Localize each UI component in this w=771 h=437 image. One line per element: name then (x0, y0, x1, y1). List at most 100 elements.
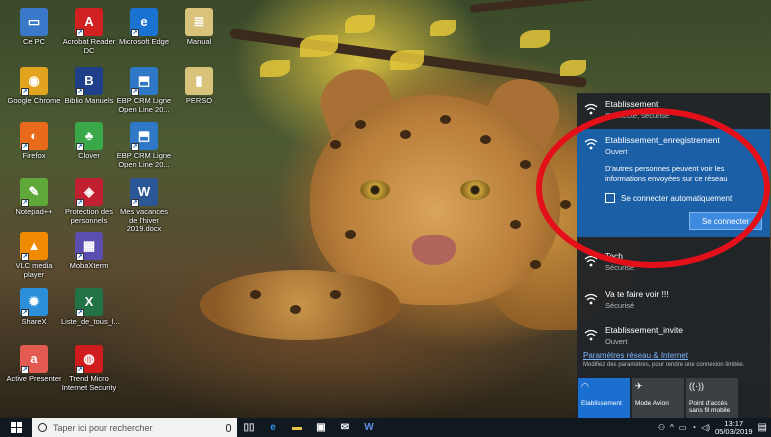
desktop-icon[interactable]: ◍ ↗ Trend Micro Internet Security (61, 345, 117, 392)
desktop-icon[interactable]: ▮ PERSO (171, 67, 227, 106)
mail-icon[interactable]: ✉ (333, 418, 357, 437)
volume-icon[interactable]: ◁) (701, 423, 710, 432)
network-settings-link[interactable]: Paramètres réseau & Internet (583, 351, 766, 360)
desktop-icon-label: Active Presenter (6, 374, 62, 383)
wifi-icon (584, 103, 598, 115)
desktop-icon[interactable]: ≣ Manual (171, 8, 227, 47)
quick-action-wifi[interactable]: ◠ Etablissement (578, 378, 630, 418)
desktop-icon[interactable]: ◐ ↗ Firefox (6, 122, 62, 161)
shortcut-arrow-icon: ↗ (131, 143, 139, 151)
desktop-icon[interactable]: A ↗ Acrobat Reader DC (61, 8, 117, 55)
terminal-icon: ▦ ↗ (75, 232, 103, 261)
desktop-icon[interactable]: e ↗ Microsoft Edge (116, 8, 172, 47)
quick-action-label: Etablissement (581, 399, 622, 407)
folder-icon: ▮ (185, 67, 213, 95)
trendmicro-icon: ◍ ↗ (75, 345, 103, 374)
shortcut-arrow-icon: ↗ (76, 29, 84, 37)
desktop-icon[interactable]: ▲ ↗ VLC media player (6, 232, 62, 279)
shortcut-arrow-icon: ↗ (21, 143, 29, 151)
quick-action-label: Point d'accès sans fil mobile (689, 399, 731, 415)
network-item[interactable]: Etablissement Connecté, sécurisé (577, 99, 770, 120)
auto-connect-label: Se connecter automatiquement (621, 193, 733, 203)
acrobat-icon: A ↗ (75, 8, 103, 37)
desktop-icon[interactable]: B ↗ Biblio Manuels (61, 67, 117, 106)
cortana-icon (38, 423, 47, 432)
network-name: Va te faire voir !!! (605, 289, 669, 299)
shortcut-arrow-icon: ↗ (21, 309, 29, 317)
desktop-icon[interactable]: ◈ ↗ Protection des personnels (61, 178, 117, 225)
battery-icon[interactable]: ▭ (679, 423, 687, 432)
notepad-icon: ✎ ↗ (20, 178, 48, 207)
connect-button[interactable]: Se connecter (689, 212, 762, 230)
desktop-icon-label: Notepad++ (15, 207, 53, 216)
computer-icon: ▭ (20, 8, 48, 36)
network-item-selected[interactable]: Etablissement_enregistrement Ouvert D'au… (577, 129, 770, 237)
wifi-icon: ◠ (581, 381, 589, 391)
start-button[interactable] (0, 418, 32, 437)
desktop-icon[interactable]: ▭ Ce PC (6, 8, 62, 47)
desktop-icon-label: MobaXterm (69, 261, 109, 270)
network-flyout: Etablissement Connecté, sécurisé Etablis… (577, 93, 770, 418)
desktop-icon[interactable]: ✹ ↗ ShareX (6, 288, 62, 327)
wifi-icon (584, 255, 598, 267)
desktop-icon[interactable]: ▦ ↗ MobaXterm (61, 232, 117, 271)
shortcut-arrow-icon: ↗ (76, 143, 84, 151)
biblio-icon: B ↗ (75, 67, 103, 96)
auto-connect-checkbox-row[interactable]: Se connecter automatiquement (605, 193, 770, 204)
store-icon[interactable]: ▣ (309, 418, 333, 437)
microphone-icon[interactable] (226, 423, 231, 432)
quick-action-airplane[interactable]: ✈ Mode Avion (632, 378, 684, 418)
clock-date: 05/03/2019 (715, 426, 753, 436)
quick-action-hotspot[interactable]: ((·)) Point d'accès sans fil mobile (686, 378, 738, 418)
word-icon: W ↗ (130, 178, 158, 207)
desktop-icon[interactable]: ♣ ↗ Clover (61, 122, 117, 161)
network-item[interactable]: Tech Sécurisé (577, 251, 770, 272)
shortcut-arrow-icon: ↗ (21, 366, 29, 374)
search-box[interactable]: Taper ici pour rechercher (32, 418, 237, 437)
windows-logo-icon (10, 422, 22, 433)
desktop-icon-label: Manual (186, 37, 212, 46)
desktop-icon-label: VLC media player (15, 261, 53, 279)
desktop-icon[interactable]: ⬒ ↗ EBP CRM Ligne Open Line 20... (116, 67, 172, 114)
desktop-icon-label: Acrobat Reader DC (62, 37, 116, 55)
network-status: Sécurisé (605, 301, 635, 310)
auto-connect-checkbox[interactable] (605, 193, 615, 204)
shortcut-arrow-icon: ↗ (76, 88, 84, 96)
shield-icon: ◈ ↗ (75, 178, 103, 207)
desktop-icon-label: Liste_de_tous_l... (61, 317, 120, 326)
wifi-icon (584, 293, 598, 305)
people-icon[interactable]: ⚇ (658, 423, 665, 432)
quick-action-label: Mode Avion (635, 399, 669, 407)
word-taskbar-icon[interactable]: W (357, 418, 381, 437)
desktop-icon[interactable]: ◉ ↗ Google Chrome (6, 67, 62, 106)
chrome-icon: ◉ ↗ (20, 67, 48, 96)
network-tray-icon[interactable]: ◔ (691, 423, 696, 432)
desktop-icon[interactable]: ⬒ ↗ EBP CRM Ligne Open Line 20... (116, 122, 172, 169)
desktop-icon[interactable]: a ↗ Active Presenter (6, 345, 62, 384)
desktop-icon-label: Trend Micro Internet Security (61, 374, 117, 392)
quick-actions: ◠ Etablissement ✈ Mode Avion ((·)) Point… (577, 378, 738, 418)
network-item[interactable]: Va te faire voir !!! Sécurisé (577, 289, 770, 310)
system-tray: ⚇ ^ ▭ ◔ ◁) 13:17 05/03/2019 ▤ (658, 419, 771, 436)
edge-taskbar-icon[interactable]: e (261, 418, 285, 437)
shortcut-arrow-icon: ↗ (21, 88, 29, 96)
task-view-icon[interactable]: ▯▯ (237, 418, 261, 437)
chevron-up-icon[interactable]: ^ (670, 423, 674, 432)
network-item[interactable]: Etablissement_invite Ouvert (577, 325, 770, 346)
network-name: Tech (605, 251, 623, 261)
edge-icon: e ↗ (130, 8, 158, 37)
desktop-icon[interactable]: ✎ ↗ Notepad++ (6, 178, 62, 217)
excel-icon: X ↗ (75, 288, 103, 317)
shortcut-arrow-icon: ↗ (131, 199, 139, 207)
network-settings-description: Modifiez des paramètres, pour rendre une… (583, 362, 745, 368)
notifications-icon[interactable]: ▤ (758, 422, 767, 433)
network-name: Etablissement_invite (605, 325, 683, 335)
file-explorer-icon[interactable]: ▬ (285, 418, 309, 437)
vlc-icon: ▲ ↗ (20, 232, 48, 261)
clock[interactable]: 13:17 05/03/2019 (715, 419, 753, 436)
desktop-icon[interactable]: X ↗ Liste_de_tous_l... (61, 288, 120, 327)
network-status: Ouvert (605, 337, 628, 346)
desktop-icon-label: EBP CRM Ligne Open Line 20... (116, 96, 172, 114)
desktop-icon[interactable]: W ↗ Mes vacances de l'hiver 2019.docx (116, 178, 172, 234)
ebp-icon: ⬒ ↗ (130, 122, 158, 151)
